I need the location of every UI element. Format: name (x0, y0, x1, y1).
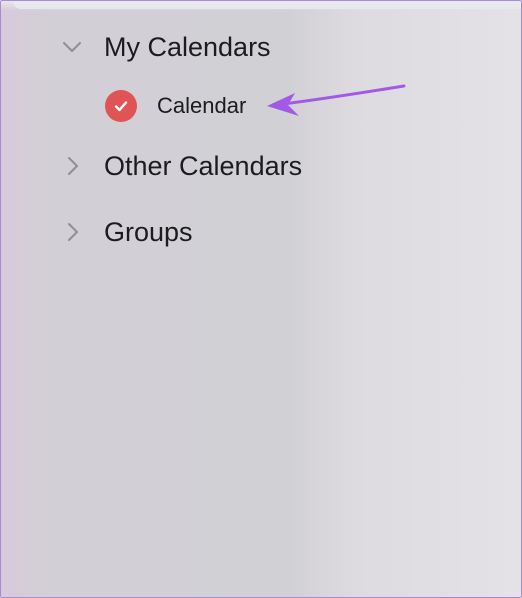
section-label: Other Calendars (104, 151, 303, 181)
chevron-down-icon[interactable] (61, 36, 83, 58)
calendar-item-calendar[interactable]: Calendar (1, 87, 301, 125)
chevron-right-icon[interactable] (61, 221, 83, 243)
calendar-label: Calendar (157, 93, 247, 118)
chevron-right-icon[interactable] (61, 155, 83, 177)
section-label: Groups (104, 217, 193, 247)
checkmark-icon (114, 101, 128, 112)
section-label: My Calendars (104, 32, 271, 62)
toolbar-edge (1, 1, 521, 11)
pointer-arrow-icon (267, 84, 406, 116)
calendar-sidebar: My Calendars Calendar Other Calendars Gr… (0, 0, 522, 598)
calendar-checkbox[interactable] (105, 90, 137, 122)
